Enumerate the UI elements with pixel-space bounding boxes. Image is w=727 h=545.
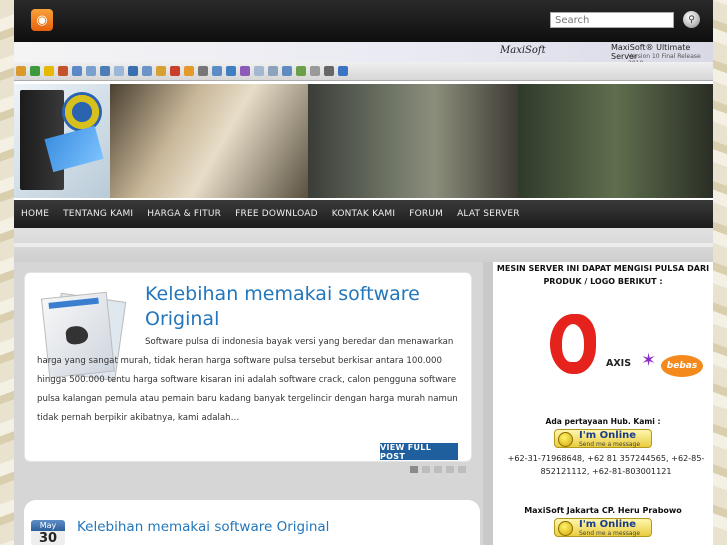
toolbar-icon (16, 66, 26, 76)
smiley-icon (558, 432, 573, 447)
ym-status: I'm Online (579, 519, 637, 530)
page-background-right (713, 0, 727, 545)
nav-tentang-kami[interactable]: TENTANG KAMI (56, 209, 140, 219)
toolbar-icon (142, 66, 152, 76)
smiley-icon (558, 521, 573, 536)
featured-slider: Kelebihan memakai software Original Soft… (24, 272, 472, 462)
toolbar-icon (310, 66, 320, 76)
toolbar-icon (128, 66, 138, 76)
post-month: May (31, 520, 65, 531)
toolbar-icon (30, 66, 40, 76)
nav-home[interactable]: HOME (14, 209, 56, 219)
toolbar-icon (100, 66, 110, 76)
toolbar-icon (86, 66, 96, 76)
jakarta-contact: MaxiSoft Jakarta CP. Heru Prabowo (524, 506, 682, 515)
contact-phones: +62-31-71968648, +62 81 357244565, +62-8… (507, 453, 705, 476)
axis-logo: AXIS (606, 358, 632, 369)
sidebar-heading: MESIN SERVER INI DAPAT MENGISI PULSA DAR… (496, 264, 710, 286)
three-logo (548, 312, 600, 378)
toolbar-icon (282, 66, 292, 76)
slider-dot[interactable] (434, 466, 442, 473)
toolbar-icon (198, 66, 208, 76)
slider-pagination (410, 466, 466, 473)
nav-free-download[interactable]: FREE DOWNLOAD (228, 209, 325, 219)
axis-star-icon: ✶ (641, 350, 657, 371)
toolbar-icon (226, 66, 236, 76)
ym-send-label: Send me a message (579, 441, 641, 448)
slider-dot[interactable] (446, 466, 454, 473)
view-full-post-button[interactable]: VIEW FULL POST (380, 443, 458, 461)
slider-dot[interactable] (458, 466, 466, 473)
post-day: 30 (38, 531, 58, 545)
slider-dot[interactable] (422, 466, 430, 473)
banner-brand: MaxiSoft (500, 45, 546, 56)
toolbar-icon (324, 66, 334, 76)
toolbar-icon (296, 66, 306, 76)
toolbar-icon (72, 66, 82, 76)
banner-title-strip: MaxiSoft MaxiSoft® Ultimate Server Versi… (14, 42, 713, 67)
sub-nav-highlight (14, 243, 713, 247)
toolbar-icon (114, 66, 124, 76)
header-banner: MaxiSoft MaxiSoft® Ultimate Server Versi… (14, 42, 713, 200)
toolbar-icon (58, 66, 68, 76)
toolbar-icon (240, 66, 250, 76)
nav-kontak-kami[interactable]: KONTAK KAMI (325, 209, 402, 219)
nav-harga-fitur[interactable]: HARGA & FITUR (140, 209, 228, 219)
toolbar-icon (338, 66, 348, 76)
toolbar-icon (156, 66, 166, 76)
toolbar-icon (212, 66, 222, 76)
maxisoft-seal-logo (62, 92, 102, 132)
toolbar-icon (44, 66, 54, 76)
bebas-logo: bebas (661, 355, 703, 377)
toolbar-icon (268, 66, 278, 76)
toolbar-icon (170, 66, 180, 76)
rss-icon[interactable]: ◉ (31, 9, 53, 31)
voucher-photo (110, 84, 308, 198)
contact-question: Ada pertayaan Hub. Kami : (545, 417, 661, 426)
hardware-photo (518, 84, 713, 198)
nav-alat-server[interactable]: ALAT SERVER (450, 209, 527, 219)
main-nav: HOME TENTANG KAMI HARGA & FITUR FREE DOW… (14, 200, 713, 228)
server-logo-photo (14, 84, 110, 198)
yahoo-messenger-button[interactable]: I'm Online Send me a message (554, 518, 652, 537)
post-date-badge: May 30 (31, 520, 65, 545)
featured-excerpt: Software pulsa di indonesia bayak versi … (37, 337, 458, 423)
featured-title[interactable]: Kelebihan memakai software Original (145, 282, 455, 332)
search-icon[interactable]: ⚲ (683, 11, 700, 28)
page-background-left (0, 0, 14, 545)
three-logo-inner (562, 324, 584, 362)
yahoo-messenger-button[interactable]: I'm Online Send me a message (554, 429, 652, 448)
document-header-bar (48, 297, 99, 309)
banner-toolbar-graphic (14, 62, 713, 81)
banner-photos (14, 84, 713, 198)
slider-dot[interactable] (410, 466, 418, 473)
post-title[interactable]: Kelebihan memakai software Original (77, 519, 329, 535)
office-photo (308, 84, 518, 198)
ym-status: I'm Online (579, 430, 637, 441)
nav-forum[interactable]: FORUM (402, 209, 450, 219)
search-input[interactable] (550, 12, 674, 28)
ym-send-label: Send me a message (579, 530, 641, 537)
sidebar: MESIN SERVER INI DAPAT MENGISI PULSA DAR… (493, 262, 713, 545)
toolbar-icon (254, 66, 264, 76)
toolbar-icon (184, 66, 194, 76)
